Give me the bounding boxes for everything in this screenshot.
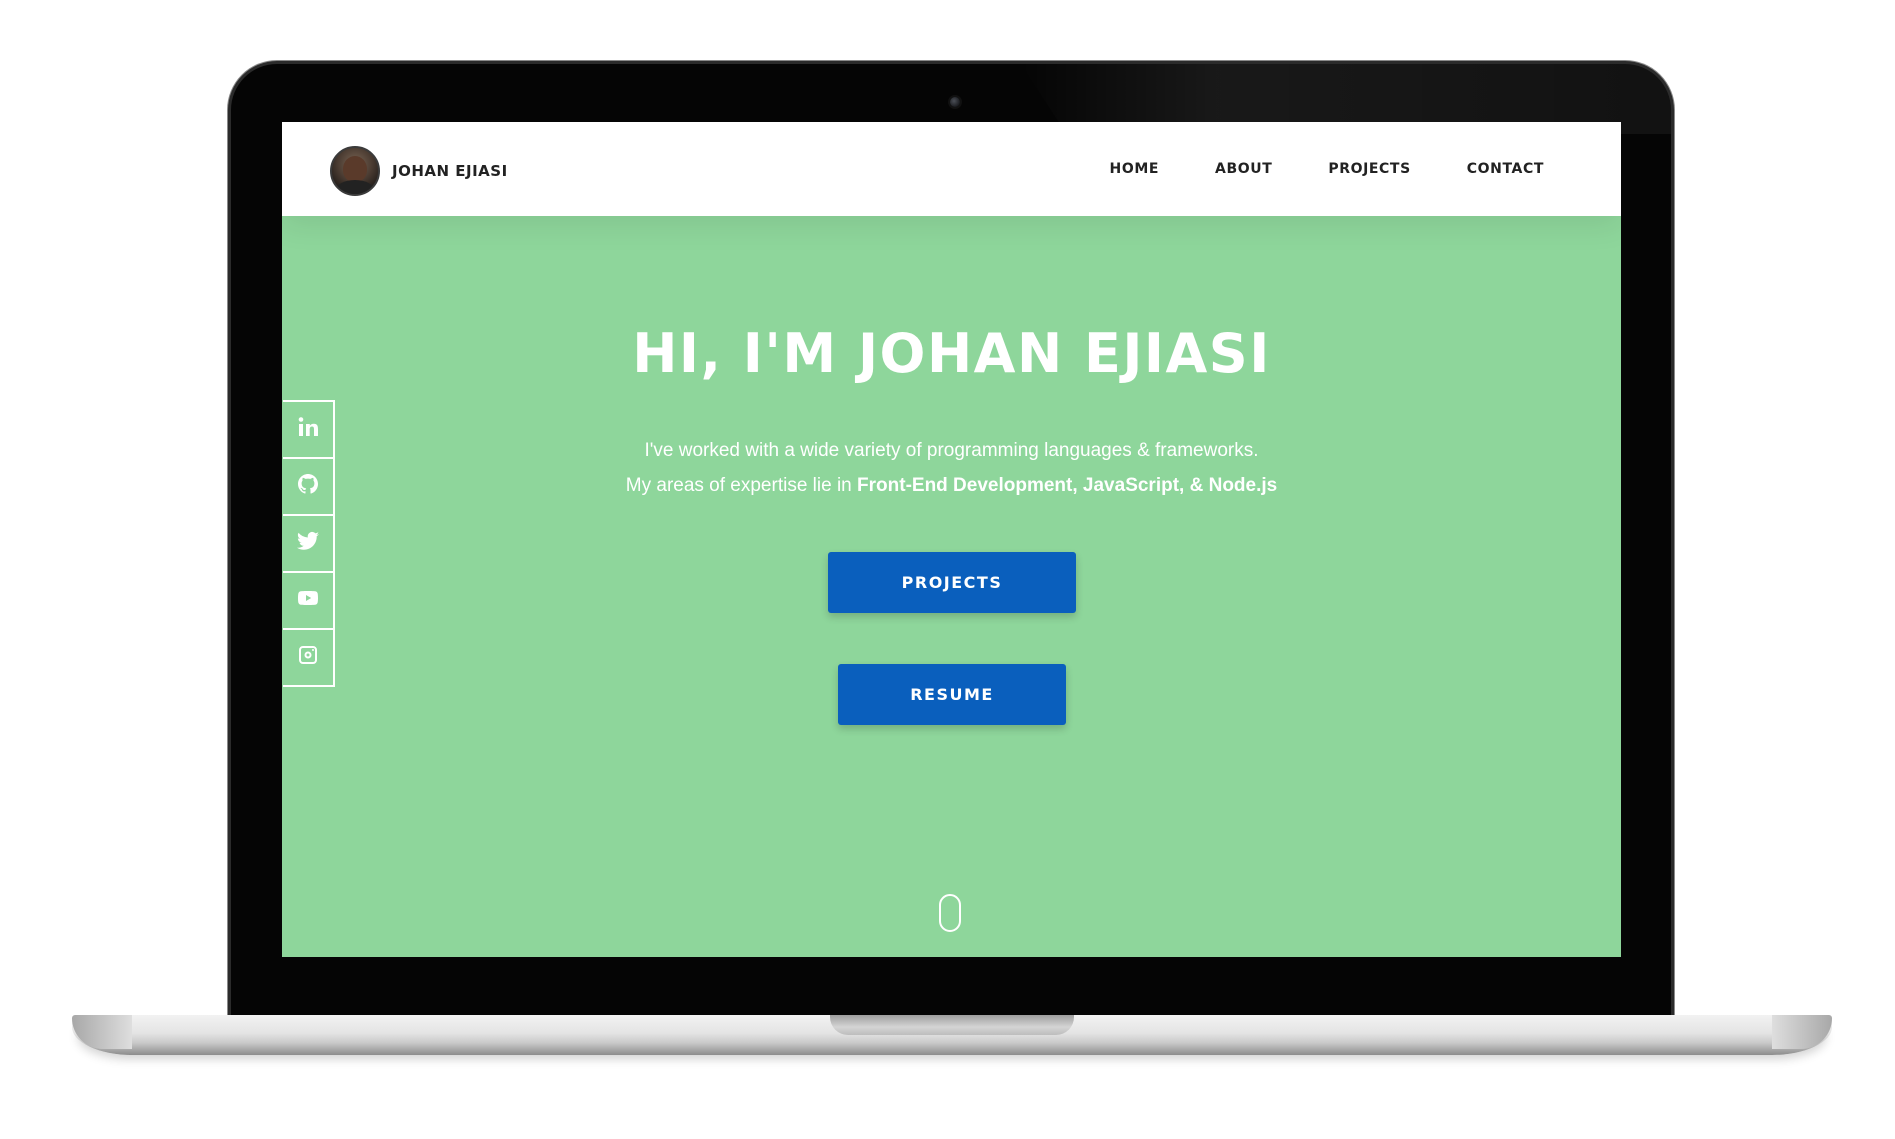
nav-home[interactable]: HOME xyxy=(1110,161,1160,177)
nav-projects[interactable]: PROJECTS xyxy=(1328,161,1410,177)
website-screen: JOHAN EJIASI HOME ABOUT PROJECTS CONTACT… xyxy=(282,122,1621,957)
base-notch xyxy=(830,1015,1074,1035)
resume-button[interactable]: RESUME xyxy=(838,664,1066,725)
hero-line-1: I've worked with a wide variety of progr… xyxy=(644,440,1259,461)
github-icon xyxy=(296,472,320,501)
brand-name[interactable]: JOHAN EJIASI xyxy=(392,162,508,180)
laptop-mockup: JOHAN EJIASI HOME ABOUT PROJECTS CONTACT… xyxy=(0,0,1895,1139)
nav-about[interactable]: ABOUT xyxy=(1215,161,1272,177)
hero-line-2: My areas of expertise lie in Front-End D… xyxy=(282,468,1621,503)
social-github[interactable] xyxy=(283,459,333,516)
base-right-edge xyxy=(1772,1015,1832,1049)
social-twitter[interactable] xyxy=(283,516,333,573)
social-instagram[interactable] xyxy=(283,630,333,685)
nav-contact[interactable]: CONTACT xyxy=(1467,161,1544,177)
social-sidebar xyxy=(283,400,335,687)
hero-line-2-highlight: Front-End Development, JavaScript, & Nod… xyxy=(857,475,1278,496)
twitter-icon xyxy=(296,529,320,558)
laptop-base xyxy=(72,1015,1832,1055)
social-youtube[interactable] xyxy=(283,573,333,630)
base-left-edge xyxy=(72,1015,132,1049)
brand[interactable]: JOHAN EJIASI xyxy=(330,146,508,196)
linkedin-icon xyxy=(296,415,320,444)
hero-line-2-prefix: My areas of expertise lie in xyxy=(625,475,858,496)
scroll-down-icon[interactable] xyxy=(939,894,961,932)
hero-description: I've worked with a wide variety of progr… xyxy=(282,433,1621,503)
camera-icon xyxy=(950,97,960,107)
hero-title: HI, I'M JOHAN EJIASI xyxy=(632,322,1271,385)
social-linkedin[interactable] xyxy=(283,402,333,459)
nav-links: HOME ABOUT PROJECTS CONTACT xyxy=(1054,122,1545,216)
projects-button[interactable]: PROJECTS xyxy=(828,552,1076,613)
navbar: JOHAN EJIASI HOME ABOUT PROJECTS CONTACT xyxy=(282,122,1621,216)
instagram-icon xyxy=(296,643,320,672)
avatar xyxy=(330,146,380,196)
youtube-icon xyxy=(296,586,320,615)
